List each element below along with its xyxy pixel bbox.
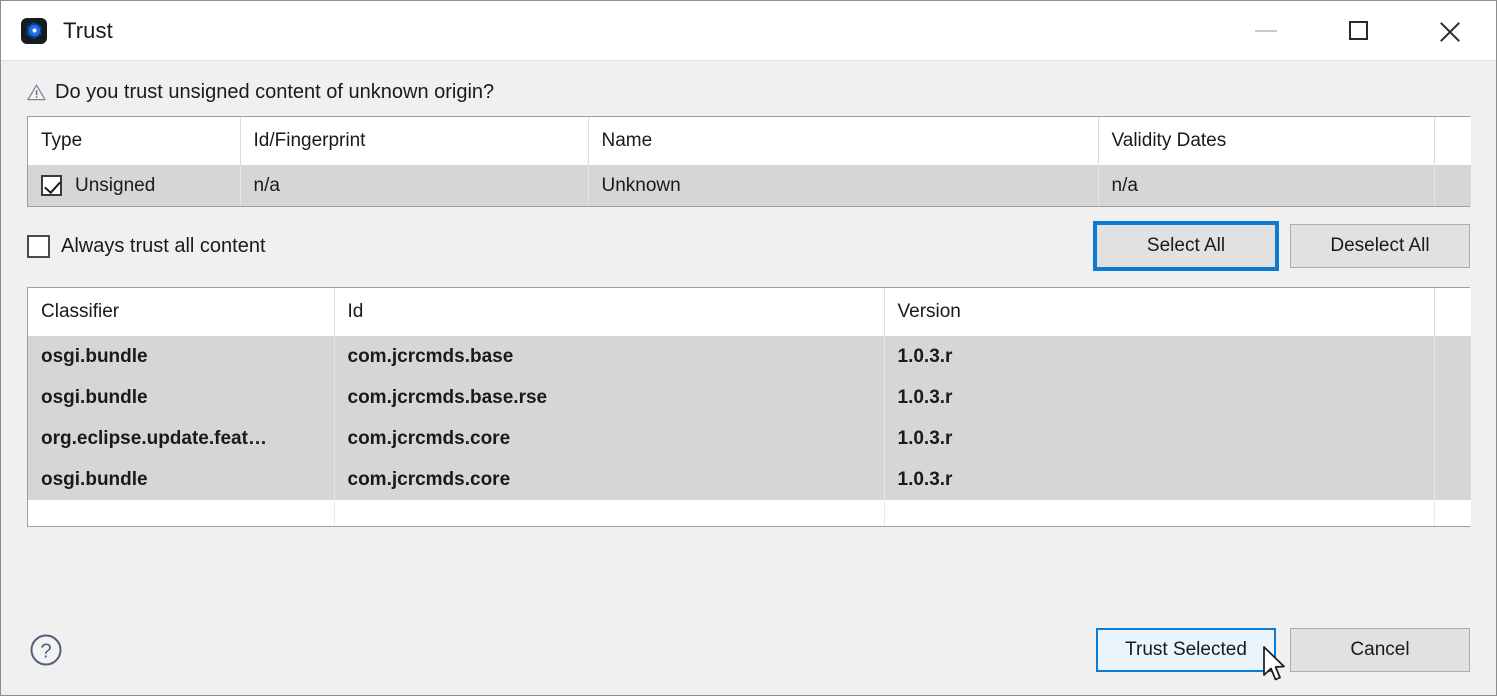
always-trust-checkbox-row[interactable]: Always trust all content bbox=[27, 234, 266, 258]
iu-spacer-cell bbox=[1434, 459, 1471, 500]
title-bar: Trust bbox=[1, 1, 1496, 61]
iu-id-cell: com.jcrcmds.core bbox=[334, 459, 885, 500]
selection-button-group: Select All Deselect All bbox=[1093, 221, 1470, 271]
row-checkbox[interactable] bbox=[41, 175, 62, 196]
iu-version-cell: 1.0.3.r bbox=[884, 377, 1435, 418]
deselect-all-button[interactable]: Deselect All bbox=[1290, 224, 1470, 268]
maximize-icon bbox=[1348, 21, 1368, 40]
cancel-button[interactable]: Cancel bbox=[1290, 628, 1470, 672]
certificate-table[interactable]: Type Id/Fingerprint Name Validity Dates … bbox=[27, 116, 1471, 207]
column-header-type[interactable]: Type bbox=[28, 117, 241, 165]
trust-dialog: Trust Do you trust unsigned content of u… bbox=[0, 0, 1497, 696]
close-icon bbox=[1437, 18, 1463, 44]
iu-classifier-cell: osgi.bundle bbox=[28, 377, 335, 418]
cert-type-label: Unsigned bbox=[75, 174, 156, 196]
column-header-spacer[interactable] bbox=[1434, 117, 1471, 165]
table-row[interactable]: org.eclipse.update.feat… com.jcrcmds.cor… bbox=[28, 418, 1471, 459]
column-header-version[interactable]: Version bbox=[884, 288, 1435, 336]
footer-button-group: Trust Selected Cancel bbox=[1096, 628, 1470, 672]
trust-options-row: Always trust all content Select All Dese… bbox=[27, 207, 1470, 285]
iu-version-cell: 1.0.3.r bbox=[884, 459, 1435, 500]
svg-text:?: ? bbox=[40, 641, 51, 663]
cert-type-cell[interactable]: Unsigned bbox=[28, 165, 241, 206]
eclipse-app-icon bbox=[21, 17, 47, 44]
trust-selected-button[interactable]: Trust Selected bbox=[1096, 628, 1276, 672]
always-trust-checkbox[interactable] bbox=[27, 234, 50, 258]
iu-table-body: osgi.bundle com.jcrcmds.base 1.0.3.r osg… bbox=[28, 336, 1471, 526]
iu-classifier-cell: osgi.bundle bbox=[28, 336, 335, 377]
certificate-table-header-row: Type Id/Fingerprint Name Validity Dates bbox=[28, 117, 1471, 165]
column-header-id-fingerprint[interactable]: Id/Fingerprint bbox=[240, 117, 589, 165]
title-bar-left: Trust bbox=[1, 17, 113, 44]
column-header-validity-dates[interactable]: Validity Dates bbox=[1098, 117, 1435, 165]
iu-classifier-cell: osgi.bundle bbox=[28, 459, 335, 500]
always-trust-label: Always trust all content bbox=[61, 234, 266, 257]
installable-units-table[interactable]: Classifier Id Version osgi.bundle com.jc… bbox=[27, 287, 1471, 527]
table-row[interactable]: osgi.bundle com.jcrcmds.base 1.0.3.r bbox=[28, 336, 1471, 377]
table-row[interactable]: Unsigned n/a Unknown n/a bbox=[28, 165, 1471, 206]
close-button[interactable] bbox=[1404, 1, 1496, 60]
table-row[interactable]: osgi.bundle com.jcrcmds.base.rse 1.0.3.r bbox=[28, 377, 1471, 418]
help-circle-icon[interactable]: ? bbox=[27, 631, 65, 669]
cert-name-cell: Unknown bbox=[588, 165, 1099, 206]
cert-fingerprint-cell: n/a bbox=[240, 165, 589, 206]
iu-spacer-cell bbox=[1434, 377, 1471, 418]
column-header-spacer[interactable] bbox=[1434, 288, 1471, 336]
minimize-icon bbox=[1255, 29, 1277, 32]
column-header-id[interactable]: Id bbox=[334, 288, 885, 336]
iu-table-header-row: Classifier Id Version bbox=[28, 288, 1471, 336]
select-all-button[interactable]: Select All bbox=[1093, 221, 1279, 271]
iu-spacer-cell bbox=[1434, 336, 1471, 377]
table-row[interactable]: osgi.bundle com.jcrcmds.core 1.0.3.r bbox=[28, 459, 1471, 500]
window-controls bbox=[1220, 1, 1496, 60]
minimize-button[interactable] bbox=[1220, 1, 1312, 60]
iu-id-cell: com.jcrcmds.core bbox=[334, 418, 885, 459]
iu-id-cell: com.jcrcmds.base.rse bbox=[334, 377, 885, 418]
cert-spacer-cell bbox=[1434, 165, 1471, 206]
iu-classifier-cell: org.eclipse.update.feat… bbox=[28, 418, 335, 459]
dialog-body: Do you trust unsigned content of unknown… bbox=[1, 61, 1496, 605]
window-title: Trust bbox=[63, 17, 113, 43]
iu-spacer-cell bbox=[1434, 418, 1471, 459]
iu-version-cell: 1.0.3.r bbox=[884, 418, 1435, 459]
warning-triangle-icon bbox=[27, 84, 46, 101]
prompt-text: Do you trust unsigned content of unknown… bbox=[55, 80, 495, 103]
dialog-footer: ? Trust Selected Cancel bbox=[1, 605, 1496, 695]
column-header-classifier[interactable]: Classifier bbox=[28, 288, 335, 336]
iu-version-cell: 1.0.3.r bbox=[884, 336, 1435, 377]
column-header-name[interactable]: Name bbox=[588, 117, 1099, 165]
maximize-button[interactable] bbox=[1312, 1, 1404, 60]
iu-id-cell: com.jcrcmds.base bbox=[334, 336, 885, 377]
table-empty-row bbox=[28, 500, 1471, 526]
prompt-row: Do you trust unsigned content of unknown… bbox=[27, 61, 1470, 113]
cert-validity-cell: n/a bbox=[1098, 165, 1435, 206]
